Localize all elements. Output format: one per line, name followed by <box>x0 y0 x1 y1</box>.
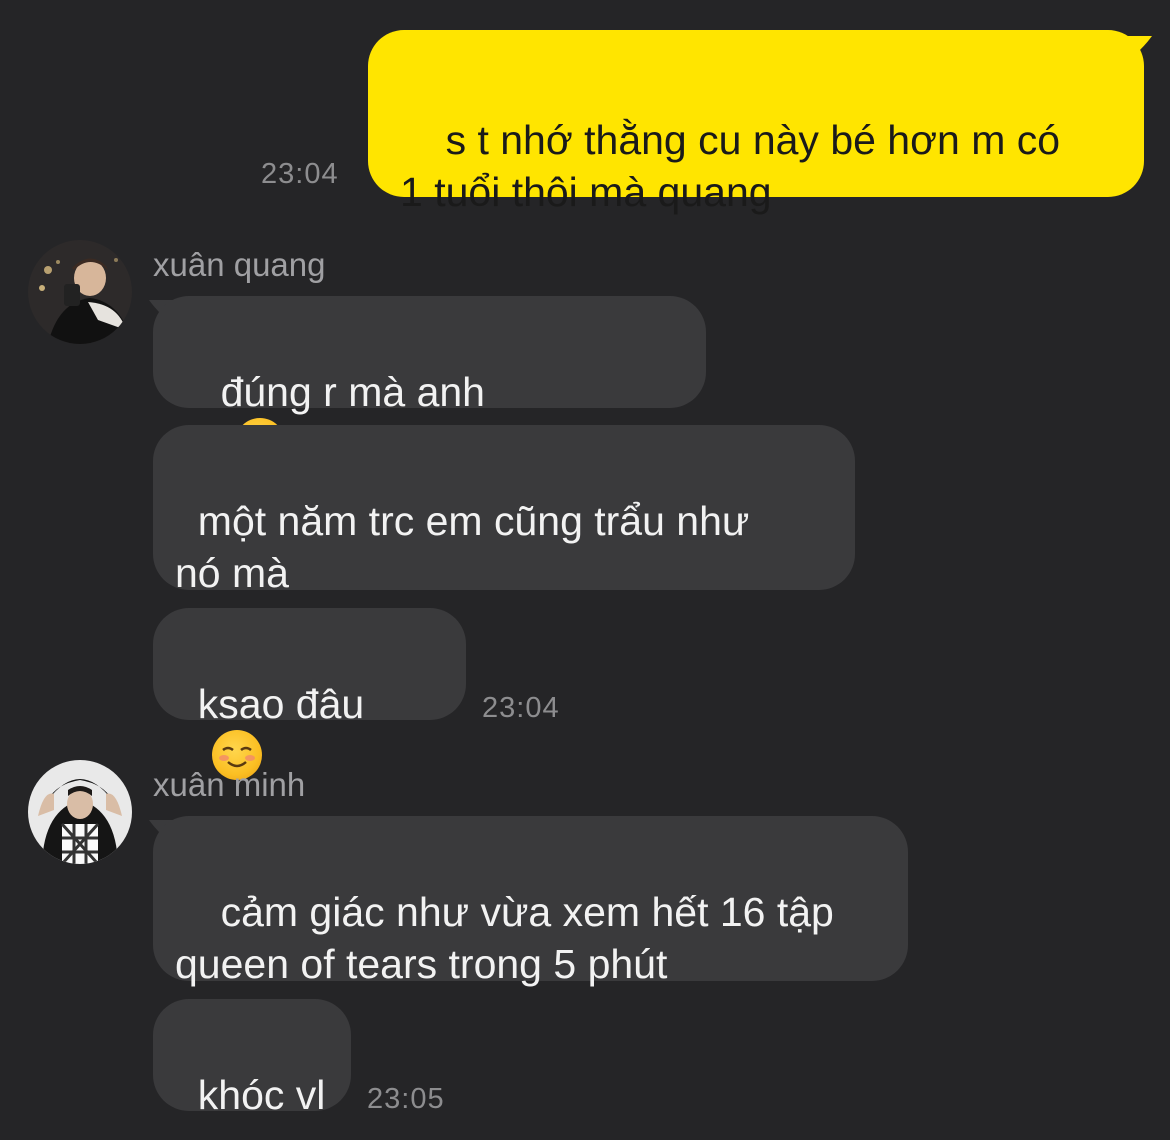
incoming-bubble[interactable]: khóc vl <box>153 999 351 1118</box>
avatar-xuan-quang[interactable] <box>28 240 132 344</box>
sender-name: xuân minh <box>153 766 306 803</box>
outgoing-text: s t nhớ thằng cu này bé hơn m có 1 tuổi … <box>400 117 1061 215</box>
incoming-timestamp: 23:04 <box>482 692 560 724</box>
outgoing-timestamp: 23:04 <box>261 158 339 190</box>
incoming-timestamp: 23:05 <box>367 1083 445 1115</box>
message-text: ksao đâu <box>197 681 365 727</box>
message-text: khóc vl <box>197 1072 326 1118</box>
message-text: cảm giác như vừa xem hết 16 tập queen of… <box>175 889 834 987</box>
outgoing-bubble[interactable]: s t nhớ thằng cu này bé hơn m có 1 tuổi … <box>368 30 1144 215</box>
message-text: đúng r mà anh <box>220 369 485 415</box>
message-text: một năm trc em cũng trẩu như nó mà <box>175 498 750 596</box>
incoming-bubble[interactable]: một năm trc em cũng trẩu như nó mà <box>153 425 855 596</box>
incoming-bubble[interactable]: cảm giác như vừa xem hết 16 tập queen of… <box>153 816 908 987</box>
sender-name: xuân quang <box>153 246 326 283</box>
avatar-xuan-minh[interactable] <box>28 760 132 864</box>
incoming-bubble[interactable]: ksao đâu <box>153 608 466 780</box>
incoming-bubble[interactable]: đúng r mà anh <box>153 296 706 866</box>
